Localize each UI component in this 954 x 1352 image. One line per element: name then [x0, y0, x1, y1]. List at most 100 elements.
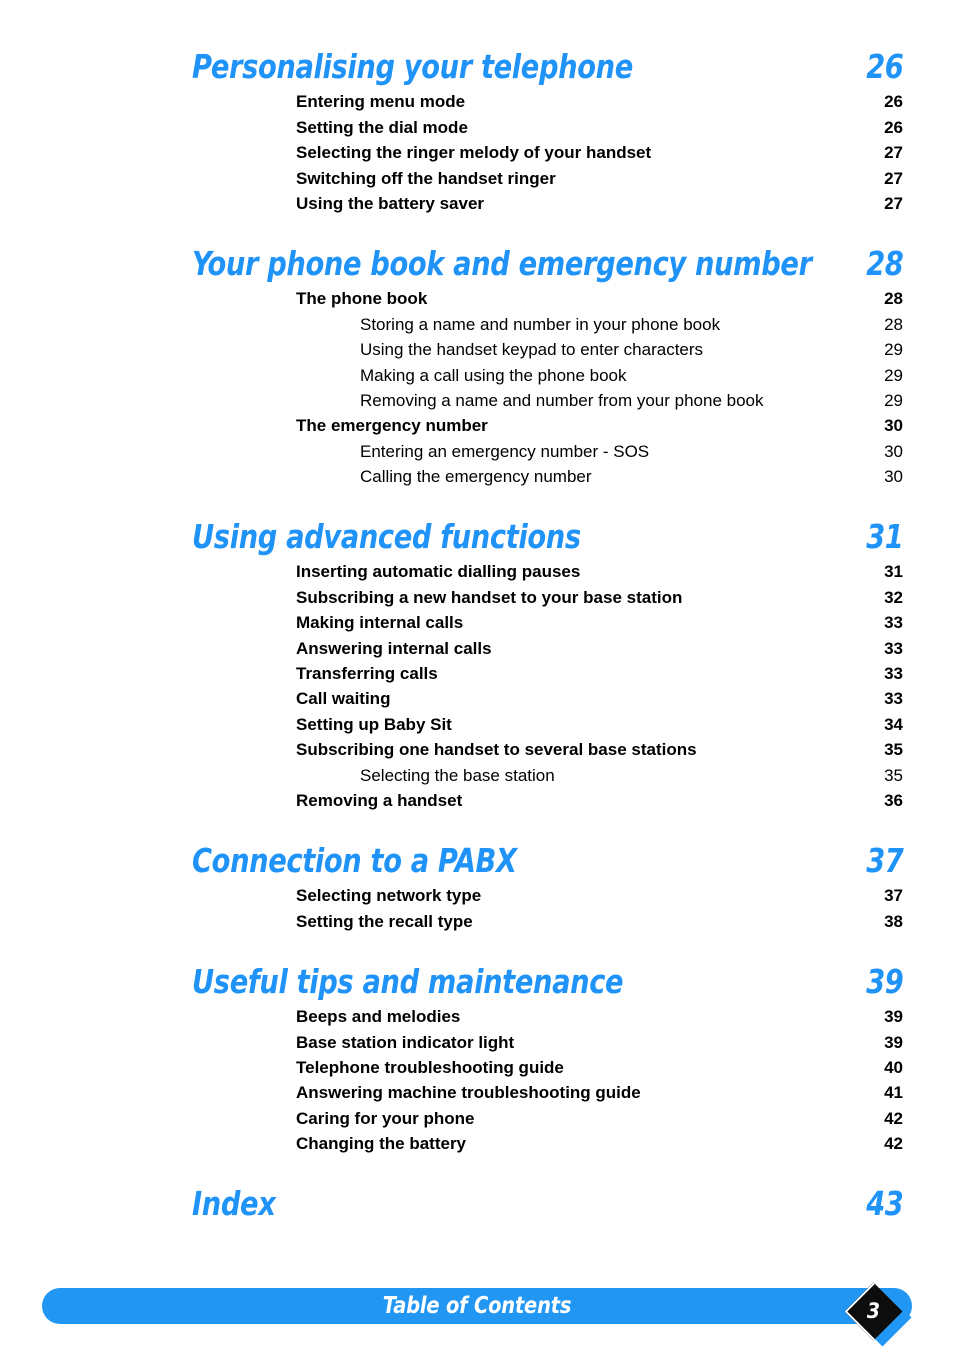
toc-entry-page-number: 39 — [884, 1032, 903, 1052]
toc-entry-title: Entering an emergency number - SOS — [360, 441, 650, 461]
toc-entry-page-number: 42 — [884, 1134, 903, 1154]
toc-section-title: Connection to a PABX — [192, 840, 517, 880]
toc-entry-page-number: 33 — [884, 689, 903, 709]
toc-entry[interactable]: Switching off the handset ringer 27 — [0, 162, 954, 188]
toc-entry-title: Making internal calls — [296, 613, 464, 633]
toc-entry[interactable]: Selecting the ringer melody of your hand… — [0, 137, 954, 162]
toc-entry[interactable]: Making a call using the phone book 29 — [0, 359, 954, 385]
toc-entry[interactable]: Base station indicator light 39 — [0, 1026, 954, 1052]
toc-entry-title: Storing a name and number in your phone … — [360, 314, 721, 334]
toc-entry[interactable]: Removing a name and number from your pho… — [0, 385, 954, 410]
toc-entry-title: Inserting automatic dialling pauses — [296, 562, 581, 582]
toc-entry[interactable]: Entering an emergency number - SOS 30 — [0, 435, 954, 461]
toc-section-heading[interactable]: Index 43 — [0, 1175, 954, 1223]
toc-entry[interactable]: The emergency number 30 — [0, 410, 954, 435]
toc-list: Personalising your telephone 26 Entering m… — [0, 0, 954, 1223]
toc-section-page-number: 31 — [865, 517, 904, 557]
toc-entry[interactable]: Call waiting 33 — [0, 683, 954, 708]
toc-entry-page-number: 28 — [884, 314, 903, 334]
toc-section-heading[interactable]: Using advanced functions 31 — [0, 508, 954, 556]
toc-entry-page-number: 30 — [884, 416, 903, 436]
toc-entry-page-number: 41 — [884, 1083, 903, 1103]
toc-entry-title: Transferring calls — [296, 664, 438, 684]
toc-entry-page-number: 36 — [884, 790, 903, 810]
toc-entry[interactable]: Subscribing one handset to several base … — [0, 734, 954, 759]
toc-section: Useful tips and maintenance 39 Beeps and m… — [0, 953, 954, 1153]
toc-entry[interactable]: Using the battery saver 27 — [0, 188, 954, 213]
toc-entry-title: Subscribing one handset to several base … — [296, 740, 697, 760]
toc-entry-title: Entering menu mode — [296, 92, 466, 112]
toc-entry-page-number: 37 — [884, 886, 903, 906]
toc-entry-title: The phone book — [296, 289, 428, 309]
toc-section-title: Your phone book and emergency number — [192, 243, 812, 283]
toc-entry[interactable]: Answering machine troubleshooting guide 4… — [0, 1077, 954, 1102]
toc-entry[interactable]: Setting the recall type 38 — [0, 905, 954, 931]
toc-entry[interactable]: The phone book 28 — [0, 283, 954, 308]
toc-entry[interactable]: Entering menu mode 26 — [0, 86, 954, 111]
toc-entry[interactable]: Selecting the base station 35 — [0, 759, 954, 785]
table-of-contents-page: Personalising your telephone 26 Entering m… — [0, 0, 954, 1352]
toc-entry-title: Caring for your phone — [296, 1108, 475, 1128]
toc-entry[interactable]: Making internal calls 33 — [0, 607, 954, 632]
toc-section-heading[interactable]: Your phone book and emergency number 28 — [0, 235, 954, 283]
toc-entry[interactable]: Subscribing a new handset to your base s… — [0, 581, 954, 607]
toc-entry-page-number: 27 — [884, 143, 903, 163]
toc-entry[interactable]: Changing the battery 42 — [0, 1128, 954, 1153]
toc-entry-page-number: 30 — [884, 441, 903, 461]
toc-entry-title: Answering internal calls — [296, 638, 492, 658]
toc-entry[interactable]: Setting the dial mode 26 — [0, 111, 954, 137]
toc-entry-title: Switching off the handset ringer — [296, 168, 556, 188]
toc-section-title: Useful tips and maintenance — [192, 961, 624, 1001]
toc-section-heading[interactable]: Personalising your telephone 26 — [0, 38, 954, 86]
toc-entry-page-number: 40 — [884, 1057, 903, 1077]
page-footer: Table of Contents 3 — [0, 1282, 954, 1352]
toc-entry-title: The emergency number — [296, 416, 488, 436]
toc-entry[interactable]: Selecting network type 37 — [0, 880, 954, 905]
toc-entry-title: Subscribing a new handset to your base s… — [296, 587, 683, 607]
toc-entry-page-number: 33 — [884, 613, 903, 633]
toc-entry-title: Selecting network type — [296, 886, 482, 906]
toc-entry-page-number: 29 — [884, 390, 903, 410]
toc-entry-page-number: 29 — [884, 340, 903, 360]
toc-section-page-number: 26 — [865, 47, 904, 86]
toc-entry-title: Making a call using the phone book — [360, 365, 627, 385]
toc-entry[interactable]: Storing a name and number in your phone … — [0, 308, 954, 334]
page-number: 3 — [866, 1299, 881, 1323]
toc-section-page-number: 43 — [865, 1184, 904, 1224]
toc-entry-page-number: 33 — [884, 638, 903, 658]
toc-section: Your phone book and emergency number 28 Th… — [0, 235, 954, 486]
toc-entry[interactable]: Using the handset keypad to enter charac… — [0, 334, 954, 359]
toc-section: Index 43 — [0, 1175, 954, 1223]
toc-section-title: Personalising your telephone — [192, 47, 633, 86]
toc-entry[interactable]: Calling the emergency number 30 — [0, 461, 954, 486]
toc-entry-title: Answering machine troubleshooting guide — [296, 1083, 641, 1103]
toc-entry-page-number: 27 — [884, 168, 903, 188]
toc-entry-title: Removing a handset — [296, 790, 463, 810]
toc-entry[interactable]: Caring for your phone 42 — [0, 1102, 954, 1128]
toc-section-heading[interactable]: Connection to a PABX 37 — [0, 832, 954, 880]
toc-entry-page-number: 29 — [884, 365, 903, 385]
toc-entry-page-number: 26 — [884, 92, 903, 112]
toc-entry-title: Call waiting — [296, 689, 391, 709]
toc-section-heading[interactable]: Useful tips and maintenance 39 — [0, 953, 954, 1001]
toc-entry-title: Beeps and melodies — [296, 1007, 461, 1027]
toc-entry[interactable]: Transferring calls 33 — [0, 658, 954, 683]
toc-section-page-number: 28 — [865, 243, 904, 283]
toc-entry[interactable]: Setting up Baby Sit 34 — [0, 708, 954, 734]
toc-entry[interactable]: Beeps and melodies 39 — [0, 1001, 954, 1026]
toc-entry-page-number: 35 — [884, 740, 903, 760]
page-number-badge: 3 — [840, 1282, 926, 1352]
toc-entry[interactable]: Telephone troubleshooting guide 40 — [0, 1052, 954, 1077]
toc-section-page-number: 39 — [865, 961, 904, 1001]
toc-entry-title: Setting the recall type — [296, 911, 473, 931]
toc-entry[interactable]: Inserting automatic dialling pauses 31 — [0, 556, 954, 581]
toc-entry[interactable]: Answering internal calls 33 — [0, 632, 954, 658]
toc-section: Using advanced functions 31 Inserting auto… — [0, 508, 954, 810]
toc-entry-page-number: 39 — [884, 1007, 903, 1027]
toc-entry-page-number: 26 — [884, 117, 903, 137]
toc-entry-title: Changing the battery — [296, 1134, 467, 1154]
toc-entry-page-number: 30 — [884, 467, 903, 487]
toc-entry[interactable]: Removing a handset 36 — [0, 785, 954, 810]
toc-section: Personalising your telephone 26 Entering m… — [0, 38, 954, 213]
toc-section: Connection to a PABX 37 Selecting network … — [0, 832, 954, 931]
